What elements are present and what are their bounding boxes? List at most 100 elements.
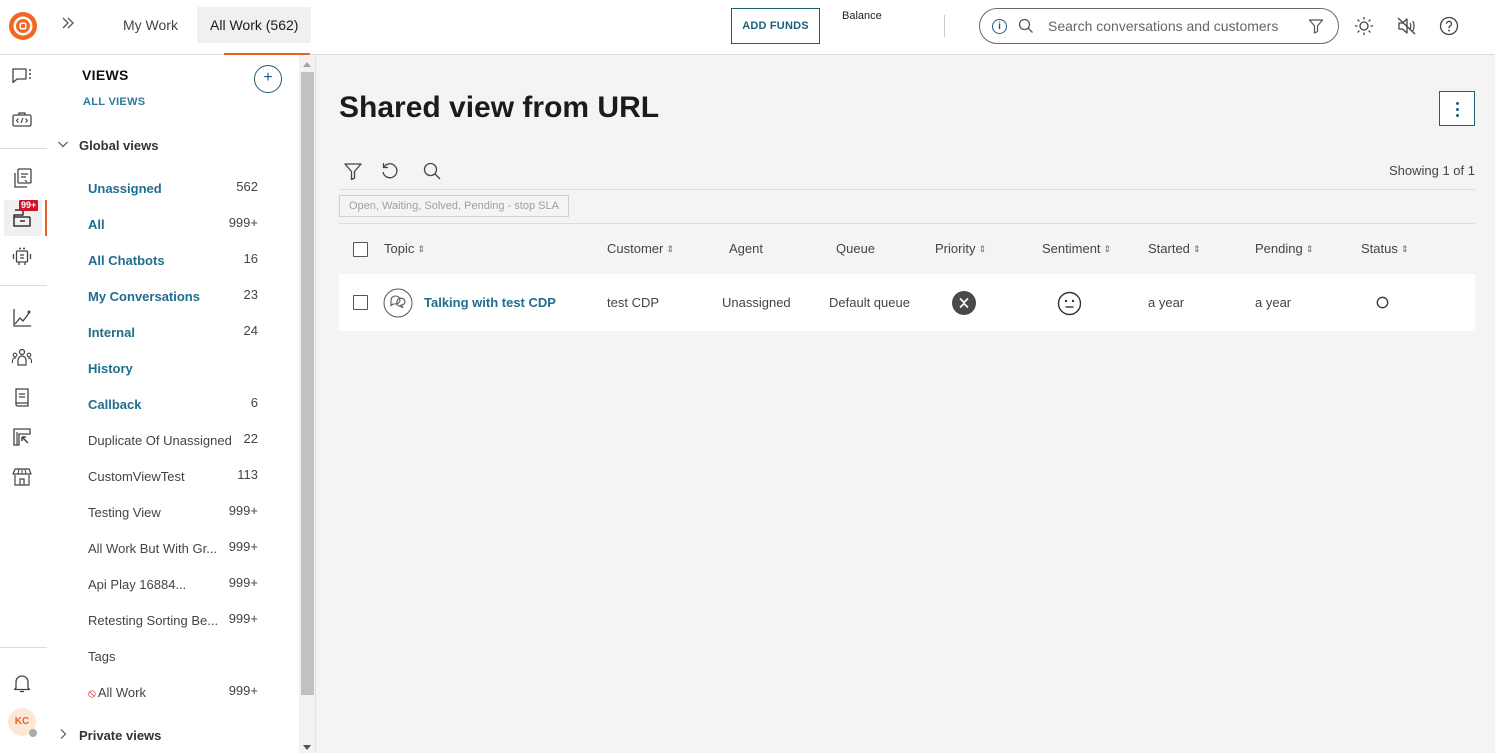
rail-divider xyxy=(0,647,47,648)
page-title: Shared view from URL xyxy=(339,91,660,124)
copy-inbox-icon[interactable] xyxy=(10,166,34,190)
tab-all-work[interactable]: All Work (562) xyxy=(197,7,312,43)
view-item[interactable]: Tags xyxy=(88,649,258,669)
marketplace-icon[interactable] xyxy=(10,465,34,489)
private-views-toggle[interactable]: Private views xyxy=(57,728,161,743)
view-item[interactable]: Callback 6 xyxy=(88,395,258,417)
views-heading: VIEWS xyxy=(82,67,129,83)
column-header[interactable]: Agent xyxy=(729,241,763,256)
private-views-label: Private views xyxy=(79,728,162,743)
column-header-label: Sentiment xyxy=(1042,241,1101,256)
kebab-dot xyxy=(1456,102,1459,105)
view-item[interactable]: ⦸ All Work 999+ xyxy=(88,683,258,705)
view-item[interactable]: All 999+ xyxy=(88,215,258,237)
help-icon[interactable] xyxy=(1438,15,1460,37)
views-panel: VIEWS ALL VIEWS + Global views Unassigne… xyxy=(47,55,299,753)
filter-icon[interactable] xyxy=(1308,18,1324,34)
column-header-label: Topic xyxy=(384,241,415,256)
brand-logo-icon[interactable] xyxy=(8,11,38,41)
view-item-text: CustomViewTest xyxy=(88,469,185,484)
column-header[interactable]: Status ⇕ xyxy=(1361,241,1408,256)
column-header[interactable]: Priority ⇕ xyxy=(935,241,986,256)
view-item[interactable]: History xyxy=(88,361,258,381)
view-item-label: Internal xyxy=(88,325,135,340)
views-scrollbar[interactable] xyxy=(299,55,316,753)
add-view-button[interactable]: + xyxy=(254,65,282,93)
search-icon[interactable] xyxy=(421,160,443,182)
column-header[interactable]: Customer ⇕ xyxy=(607,241,674,256)
sort-icon[interactable]: ⇕ xyxy=(1401,244,1409,254)
chatbot-icon[interactable] xyxy=(10,245,34,269)
tab-my-work[interactable]: My Work xyxy=(110,7,191,43)
conversations-icon[interactable] xyxy=(10,65,34,89)
more-options-button[interactable] xyxy=(1439,91,1475,126)
column-header[interactable]: Started ⇕ xyxy=(1148,241,1200,256)
global-views-toggle[interactable]: Global views xyxy=(57,138,158,153)
topic-link[interactable]: Talking with test CDP xyxy=(424,295,556,310)
view-item-count: 113 xyxy=(237,467,258,482)
view-item[interactable]: Duplicate Of Unassigned 22 xyxy=(88,431,258,453)
agent-cell: Unassigned xyxy=(722,295,791,310)
app: My Work All Work (562) ADD FUNDS Balance… xyxy=(0,0,1495,753)
view-item[interactable]: All Chatbots 16 xyxy=(88,251,258,273)
view-item-count: 999+ xyxy=(228,215,258,230)
select-all-checkbox[interactable] xyxy=(353,242,368,257)
status-open-circle-icon xyxy=(1376,296,1389,309)
sort-icon[interactable]: ⇕ xyxy=(1193,244,1201,254)
view-item-count: 999+ xyxy=(228,611,258,626)
search-input[interactable] xyxy=(1048,15,1298,37)
all-views-link[interactable]: ALL VIEWS xyxy=(83,96,145,108)
view-item[interactable]: Testing View 999+ xyxy=(88,503,258,525)
scroll-down-arrow-icon[interactable] xyxy=(303,745,311,750)
global-views-label: Global views xyxy=(79,138,159,153)
table-row[interactable]: Talking with test CDP test CDP Unassigne… xyxy=(339,274,1475,331)
started-cell: a year xyxy=(1148,295,1185,310)
view-item-text: Duplicate Of Unassigned xyxy=(88,433,232,448)
status-filter-chip[interactable]: Open, Waiting, Solved, Pending - stop SL… xyxy=(339,195,569,217)
column-header[interactable]: Topic ⇕ xyxy=(384,241,425,256)
sort-icon[interactable]: ⇕ xyxy=(1306,244,1314,254)
developer-toolbox-icon[interactable] xyxy=(10,107,34,131)
team-icon[interactable] xyxy=(10,346,34,370)
add-funds-button[interactable]: ADD FUNDS xyxy=(731,8,820,44)
analytics-icon[interactable] xyxy=(10,306,34,330)
view-item-count: 22 xyxy=(243,431,258,446)
scroll-up-arrow-icon[interactable] xyxy=(303,62,311,67)
view-item[interactable]: Api Play 16884... 999+ xyxy=(88,575,258,597)
scrollbar-thumb[interactable] xyxy=(301,72,314,695)
rail-divider xyxy=(0,148,47,149)
view-item[interactable]: All Work But With Gr... 999+ xyxy=(88,539,258,561)
reset-icon[interactable] xyxy=(379,160,401,182)
sort-icon[interactable]: ⇕ xyxy=(1104,244,1112,254)
row-checkbox[interactable] xyxy=(353,295,368,310)
sound-muted-icon[interactable] xyxy=(1396,15,1418,37)
view-item-count: 6 xyxy=(250,395,258,410)
info-icon[interactable]: i xyxy=(992,19,1007,34)
sort-icon[interactable]: ⇕ xyxy=(978,244,986,254)
divider xyxy=(944,15,945,37)
filter-icon[interactable] xyxy=(342,160,364,182)
main-content: Shared view from URL Showing 1 of 1 Open… xyxy=(317,55,1495,753)
campaign-icon[interactable] xyxy=(10,425,34,449)
sort-icon[interactable]: ⇕ xyxy=(417,244,425,254)
view-item[interactable]: Internal 24 xyxy=(88,323,258,345)
expand-sidebar-icon[interactable] xyxy=(60,15,80,35)
column-header[interactable]: Sentiment ⇕ xyxy=(1042,241,1111,256)
view-item-label: All Chatbots xyxy=(88,253,165,268)
column-header[interactable]: Pending ⇕ xyxy=(1255,241,1313,256)
view-item[interactable]: Retesting Sorting Be... 999+ xyxy=(88,611,258,633)
divider xyxy=(339,223,1475,224)
column-header-label: Priority xyxy=(935,241,976,256)
column-header-label: Started xyxy=(1148,241,1190,256)
view-item-label: ⦸ All Work xyxy=(88,685,146,701)
view-item[interactable]: Unassigned 562 xyxy=(88,179,258,201)
chevron-down-icon xyxy=(57,138,73,153)
top-bar: My Work All Work (562) ADD FUNDS Balance… xyxy=(0,0,1495,55)
view-item[interactable]: My Conversations 23 xyxy=(88,287,258,309)
sort-icon[interactable]: ⇕ xyxy=(666,244,674,254)
view-item[interactable]: CustomViewTest 113 xyxy=(88,467,258,489)
knowledge-book-icon[interactable] xyxy=(10,386,34,410)
theme-sun-icon[interactable] xyxy=(1353,15,1375,37)
bell-icon[interactable] xyxy=(10,671,34,695)
column-header[interactable]: Queue xyxy=(836,241,875,256)
